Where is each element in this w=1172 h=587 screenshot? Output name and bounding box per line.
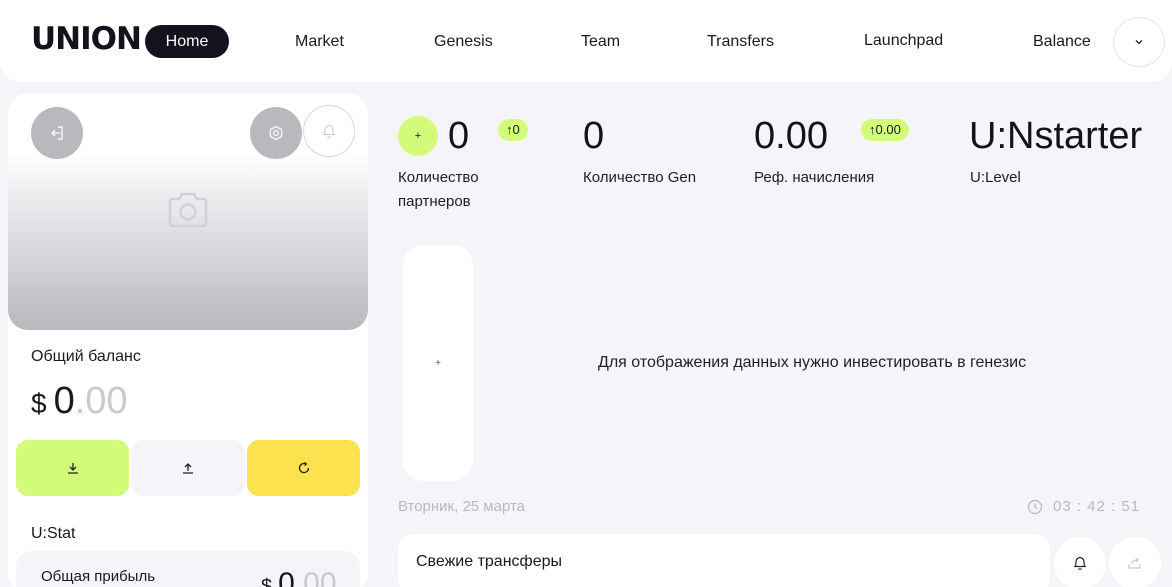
balance-currency: $ (31, 388, 47, 419)
exchange-button[interactable] (247, 440, 360, 496)
account-dropdown-button[interactable] (1113, 17, 1165, 67)
ustat-title: U:Stat (31, 525, 76, 542)
nav-transfers[interactable]: Transfers (707, 33, 774, 51)
profit-decimal: .00 (294, 567, 337, 587)
level-value: U:Nstarter (969, 115, 1143, 157)
clock-icon (1027, 499, 1043, 515)
bell-icon (322, 124, 336, 138)
ref-badge: ↑0.00 (861, 119, 909, 141)
partners-count: 0 (448, 115, 470, 157)
profit-integer: 0 (278, 567, 295, 587)
partners-label-line1: Количество (398, 169, 479, 186)
logout-button[interactable] (31, 107, 83, 159)
refresh-icon (298, 462, 309, 474)
upload-icon (183, 463, 193, 474)
camera-icon (168, 192, 208, 228)
withdraw-button[interactable] (131, 440, 245, 496)
fresh-transfers-card[interactable]: Свежие трансферы (398, 534, 1050, 587)
chevron-down-icon (1135, 40, 1143, 45)
total-profit-card: Общая прибыль $0.00 (16, 551, 360, 587)
transfers-notify-button[interactable] (1054, 537, 1106, 587)
ref-value: 0.00 (754, 115, 828, 157)
partners-label-line2: партнеров (398, 193, 471, 210)
bell-icon (1073, 556, 1087, 570)
add-partner-button[interactable]: + (398, 116, 438, 156)
add-investment-button[interactable]: + (403, 245, 473, 481)
balance-label: Общий баланс (31, 348, 141, 365)
current-date: Вторник, 25 марта (398, 498, 526, 515)
gen-count: 0 (583, 115, 605, 157)
share-icon (1128, 557, 1141, 569)
ref-label: Реф. начисления (754, 169, 875, 186)
deposit-button[interactable] (16, 440, 129, 496)
settings-button[interactable] (250, 107, 302, 159)
balance-integer: 0 (53, 380, 75, 422)
logout-icon (51, 126, 63, 140)
empty-chart-message: Для отображения данных нужно инвестирова… (598, 354, 1027, 371)
profile-cover[interactable] (8, 93, 368, 330)
gen-label: Количество Gen (583, 169, 697, 186)
nav-launchpad[interactable]: Launchpad (864, 32, 943, 50)
nav-home[interactable]: Home (145, 25, 229, 58)
nav-balance[interactable]: Balance (1033, 33, 1091, 51)
nav-team[interactable]: Team (581, 33, 620, 51)
balance-value: $0.00 (31, 380, 128, 425)
balance-decimal: .00 (74, 380, 128, 422)
union-logo[interactable]: UNION (31, 23, 142, 55)
partners-badge: ↑0 (498, 119, 528, 141)
profit-label: Общая прибыль (41, 568, 156, 585)
current-time: 03 : 42 : 51 (1053, 498, 1141, 515)
level-label: U:Level (970, 169, 1021, 186)
transfers-share-button[interactable] (1109, 537, 1161, 587)
profit-value: $0.00 (261, 567, 337, 587)
notifications-button[interactable] (303, 105, 355, 157)
profit-currency: $ (261, 576, 273, 587)
profile-card: Общий баланс $0.00 U:Stat Общая прибыль … (8, 93, 368, 587)
top-nav: UNION Home Market Genesis Team Transfers… (0, 0, 1172, 82)
nav-market[interactable]: Market (295, 33, 344, 51)
download-icon (67, 463, 78, 474)
nav-genesis[interactable]: Genesis (434, 33, 493, 51)
fresh-transfers-title: Свежие трансферы (416, 553, 562, 570)
gear-icon (269, 125, 283, 141)
